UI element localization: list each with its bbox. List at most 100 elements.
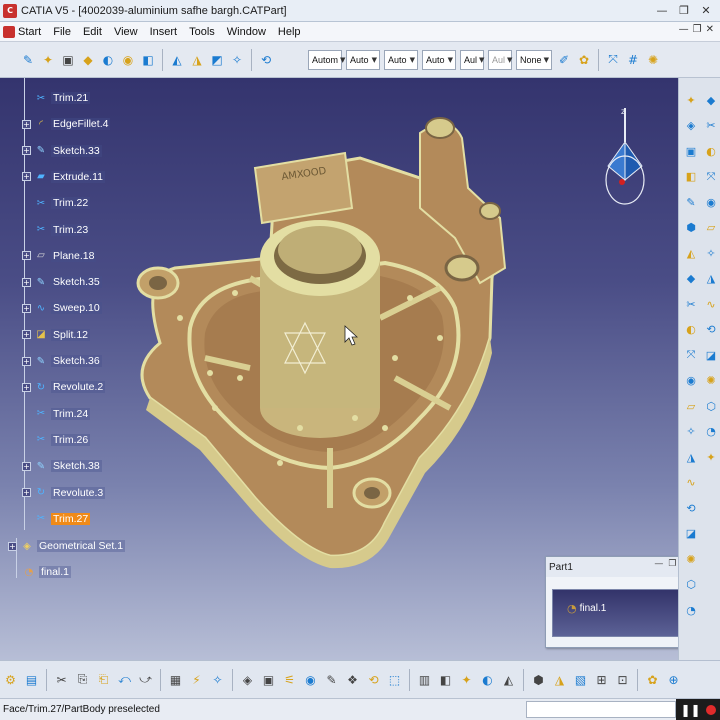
expand-toggle[interactable]: + [22,251,31,261]
right-tool-icon[interactable]: ◐ [703,143,719,159]
catia-app-icon[interactable]: C [3,3,17,18]
expand-toggle[interactable]: + [22,330,31,340]
bottom-tool-icon[interactable]: ⊡ [613,671,632,689]
fillet-tool-icon[interactable]: ◭ [168,51,186,69]
right-tool-icon[interactable]: ⟲ [683,500,699,516]
right-tool-icon[interactable]: ⬡ [703,398,719,414]
tree-item[interactable]: ✂ Trim.26 [22,430,91,450]
right-tool-icon[interactable]: ◧ [683,169,699,185]
expand-toggle[interactable]: + [22,356,31,366]
bottom-tool-icon[interactable]: ⚡ [187,671,206,689]
right-tool-icon[interactable]: ◆ [683,271,699,287]
draft-tool-icon[interactable]: ◩ [208,51,226,69]
right-tool-icon[interactable]: ✦ [703,449,719,465]
right-tool-icon[interactable]: ◉ [683,373,699,389]
bottom-tool-icon[interactable]: ✂ [52,671,71,689]
bottom-tool-icon[interactable]: ⊞ [592,671,611,689]
tree-item[interactable]: + ✎ Sketch.38 [22,456,102,476]
tree-item[interactable]: ✂ Trim.22 [22,193,91,213]
chamfer-tool-icon[interactable]: ◮ [188,51,206,69]
pocket-tool-icon[interactable]: ◆ [79,51,97,69]
right-tool-icon[interactable]: ◪ [703,347,719,363]
bottom-tool-icon[interactable]: ▧ [571,671,590,689]
bottom-tool-icon[interactable]: ⤺ [115,671,134,689]
expand-toggle[interactable]: + [22,146,31,156]
right-tool-icon[interactable]: ✎ [683,194,699,210]
bottom-tool-icon[interactable]: ◧ [436,671,455,689]
bottom-tool-icon[interactable]: ▤ [22,671,41,689]
panel-tree-item[interactable]: ◔ final.1 [567,602,606,615]
tree-item[interactable]: + ▰ Extrude.11 [22,167,106,187]
tree-item[interactable]: + ◪ Split.12 [22,325,91,345]
restore-button[interactable]: ❐ [674,2,694,18]
menu-view[interactable]: View [108,23,144,41]
bottom-tool-icon[interactable]: ⚟ [280,671,299,689]
menu-window[interactable]: Window [221,23,272,41]
bottom-tool-icon[interactable]: ⊕ [664,671,683,689]
doc-restore-button[interactable]: ❐ [693,24,702,35]
menu-edit[interactable]: Edit [77,23,108,41]
right-tool-icon[interactable]: ◪ [683,526,699,542]
expand-toggle[interactable]: + [22,277,31,287]
right-tool-icon[interactable]: ◔ [683,602,699,618]
pad-tool-icon[interactable]: ▣ [59,51,77,69]
expand-toggle[interactable]: + [22,461,31,471]
panel-restore-button[interactable]: ❐ [668,559,676,569]
bottom-tool-icon[interactable]: ✦ [457,671,476,689]
menu-insert[interactable]: Insert [144,23,184,41]
bottom-tool-icon[interactable]: ✎ [322,671,341,689]
tree-item[interactable]: ✂ Trim.21 [22,88,91,108]
right-tool-icon[interactable]: ◈ [683,118,699,134]
expand-toggle[interactable]: + [22,488,31,497]
bottom-tool-icon[interactable]: ⟲ [364,671,383,689]
right-tool-icon[interactable]: ✺ [703,373,719,389]
expand-toggle[interactable]: + [22,119,31,129]
bottom-tool-icon[interactable]: ▣ [259,671,278,689]
tree-item[interactable]: + ↻ Revolute.3 [22,483,106,503]
doc-close-button[interactable]: ✕ [706,24,714,35]
analysis-icon[interactable]: ✺ [644,51,662,69]
right-tool-icon[interactable]: ◉ [703,194,719,210]
menu-file[interactable]: File [47,23,77,41]
bottom-tool-icon[interactable]: ⎘ [73,671,92,689]
right-tool-icon[interactable]: ∿ [703,296,719,312]
right-tool-icon[interactable]: ◭ [683,245,699,261]
right-tool-icon[interactable]: ◮ [703,271,719,287]
right-tool-icon[interactable]: ⬢ [683,220,699,236]
shell-tool-icon[interactable]: ✧ [228,51,246,69]
menu-help[interactable]: Help [272,23,307,41]
close-button[interactable]: ✕ [696,2,716,18]
paint-icon[interactable]: ✐ [555,51,573,69]
point-tool-icon[interactable]: ✦ [39,51,57,69]
tree-item[interactable]: + ◜ EdgeFillet.4 [22,114,111,134]
right-tool-icon[interactable]: ◆ [703,92,719,108]
properties-icon[interactable]: ✿ [575,51,593,69]
record-icon[interactable] [705,705,716,715]
bottom-tool-icon[interactable]: ◉ [301,671,320,689]
bottom-tool-icon[interactable]: ⤻ [136,671,155,689]
bottom-tool-icon[interactable]: ◐ [478,671,497,689]
menu-start[interactable]: Start [0,23,47,41]
bottom-tool-icon[interactable]: ✿ [643,671,662,689]
tree-item[interactable]: + ✎ Sketch.33 [22,141,102,161]
tree-item[interactable]: + ✎ Sketch.36 [22,351,102,371]
bottom-tool-icon[interactable]: ◈ [238,671,257,689]
expand-toggle[interactable]: + [8,541,17,551]
right-tool-icon[interactable]: ✦ [683,92,699,108]
tree-item-geometrical-set[interactable]: + ◈ Geometrical Set.1 [8,536,126,556]
power-input-field[interactable] [526,701,676,718]
grid-icon[interactable]: # [624,51,642,69]
minimize-button[interactable]: — [652,2,672,18]
snap-icon[interactable]: ⤧ [604,51,622,69]
tree-item[interactable]: + ↻ Revolute.2 [22,377,106,397]
bottom-tool-icon[interactable]: ⬚ [385,671,404,689]
layer-filter-combo[interactable]: None ▼ [516,49,552,70]
tree-item[interactable]: + ▱ Plane.18 [22,246,97,266]
tree-item[interactable]: + ✎ Sketch.35 [22,272,102,292]
bottom-tool-icon[interactable]: ▥ [415,671,434,689]
menu-tools[interactable]: Tools [183,23,221,41]
compass-widget[interactable]: z [598,100,648,210]
tree-item[interactable]: ✂ Trim.24 [22,404,91,424]
tree-item[interactable]: ✂ Trim.23 [22,220,91,240]
tree-item-final[interactable]: ◔ final.1 [22,562,72,582]
